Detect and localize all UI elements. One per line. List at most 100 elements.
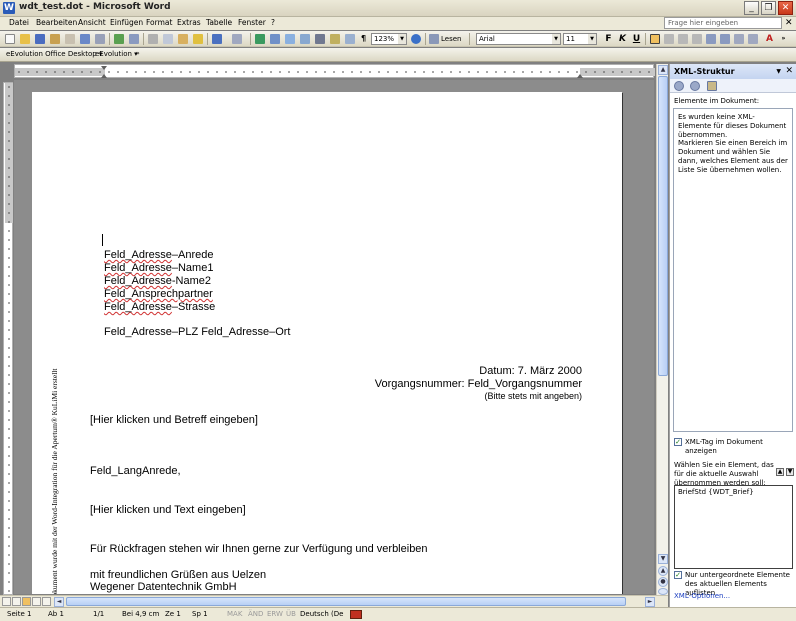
align-center-icon[interactable] (664, 34, 674, 44)
bold-icon[interactable]: F (603, 33, 614, 45)
menu-ansicht[interactable]: Ansicht (78, 18, 106, 27)
border-icon[interactable] (748, 34, 758, 44)
eevolution-menu[interactable]: eEvolution ▾ (95, 50, 138, 58)
maximize-button[interactable]: ❐ (761, 1, 776, 15)
vertical-scrollbar[interactable]: ▲ ▼ ▲ ● (656, 64, 668, 595)
save-icon[interactable] (35, 34, 45, 44)
print-icon[interactable] (80, 34, 90, 44)
print-preview-icon[interactable] (95, 34, 105, 44)
paste-icon[interactable] (178, 34, 188, 44)
read-mode-button[interactable]: Lesen (441, 35, 461, 43)
print-layout-icon[interactable] (22, 597, 31, 606)
show-tags-checkbox[interactable]: ✓ (674, 438, 682, 446)
scroll-down-icon[interactable]: ▼ (658, 554, 668, 564)
address-line[interactable]: Feld_Adresse–Anrede (104, 249, 213, 261)
normal-view-icon[interactable] (2, 597, 11, 606)
font-color-icon[interactable]: A (764, 33, 775, 45)
scroll-left-icon[interactable]: ◄ (54, 597, 64, 607)
sub-elements-checkbox[interactable]: ✓ (674, 571, 682, 579)
menu-bearbeiten[interactable]: Bearbeiten (36, 18, 77, 27)
bullets-icon[interactable] (720, 34, 730, 44)
move-down-icon[interactable]: ▼ (786, 468, 794, 476)
body-placeholder[interactable]: [Hier klicken und Text eingeben] (90, 504, 246, 516)
horizontal-scrollbar[interactable]: ◄ ► (0, 595, 668, 607)
toolbar-options-icon[interactable]: » (778, 33, 789, 45)
status-language[interactable]: Deutsch (De (300, 610, 343, 618)
company-line[interactable]: Wegener Datentechnik GmbH (90, 581, 237, 593)
numbering-icon[interactable] (706, 34, 716, 44)
format-painter-icon[interactable] (193, 34, 203, 44)
outline-view-icon[interactable] (32, 597, 41, 606)
subject-placeholder[interactable]: [Hier klicken und Betreff eingeben] (90, 414, 258, 426)
email-icon[interactable] (65, 34, 75, 44)
address-line[interactable]: Feld_Ansprechpartner (104, 288, 213, 300)
align-right-icon[interactable] (678, 34, 688, 44)
menu-tabelle[interactable]: Tabelle (206, 18, 232, 27)
redo-icon[interactable] (232, 34, 242, 44)
ask-question-input[interactable]: Frage hier eingeben (664, 17, 782, 29)
permission-icon[interactable] (50, 34, 60, 44)
italic-icon[interactable]: K (617, 33, 628, 45)
menu-help[interactable]: ? (271, 18, 275, 27)
next-page-icon[interactable] (658, 588, 668, 595)
xml-options-link[interactable]: XML-Optionen... (674, 592, 730, 601)
menu-extras[interactable]: Extras (177, 18, 201, 27)
back-icon[interactable] (674, 81, 684, 91)
forward-icon[interactable] (690, 81, 700, 91)
align-left-icon[interactable] (650, 34, 660, 44)
columns-icon[interactable] (315, 34, 325, 44)
close-button[interactable]: ✕ (778, 1, 793, 15)
insert-table-icon[interactable] (285, 34, 295, 44)
document-map-icon[interactable] (345, 34, 355, 44)
greeting-line[interactable]: mit freundlichen Grüßen aus Uelzen (90, 569, 266, 581)
address-line[interactable]: Feld_Adresse–Strasse (104, 301, 215, 313)
elements-tree[interactable]: Es wurden keine XML-Elemente für dieses … (673, 108, 793, 432)
font-size-select[interactable]: 11 ▼ (563, 33, 597, 45)
chevron-down-icon[interactable]: ▼ (776, 64, 781, 79)
indent-icon[interactable] (734, 34, 744, 44)
web-view-icon[interactable] (12, 597, 21, 606)
previous-page-icon[interactable]: ▲ (658, 566, 668, 576)
research-icon[interactable] (129, 34, 139, 44)
home-icon[interactable] (707, 81, 717, 91)
copy-icon[interactable] (163, 34, 173, 44)
horizontal-ruler[interactable] (14, 64, 655, 78)
hyperlink-icon[interactable] (255, 34, 265, 44)
help-icon[interactable] (411, 34, 421, 44)
cut-icon[interactable] (148, 34, 158, 44)
list-item[interactable]: BriefStd {WDT_Brief} (678, 488, 754, 497)
document-page[interactable]: Feld_Adresse–Anrede Feld_Adresse–Name1 Fel… (32, 92, 622, 594)
menu-fenster[interactable]: Fenster (238, 18, 266, 27)
salutation-line[interactable]: Feld_LangAnrede, (90, 465, 181, 477)
element-list[interactable]: BriefStd {WDT_Brief} (674, 485, 793, 569)
zoom-select[interactable]: 123% ▼ (371, 33, 407, 45)
underline-icon[interactable]: U (631, 33, 642, 45)
new-document-icon[interactable] (5, 34, 15, 44)
reading-view-icon[interactable] (42, 597, 51, 606)
browse-object-icon[interactable]: ● (658, 577, 668, 587)
close-icon[interactable]: ✕ (785, 64, 793, 79)
insert-excel-icon[interactable] (300, 34, 310, 44)
menu-format[interactable]: Format (146, 18, 172, 27)
tables-borders-icon[interactable] (270, 34, 280, 44)
eevolution-desktop-menu[interactable]: eEvolution Office Desktop ▾ (6, 50, 102, 58)
scroll-right-icon[interactable]: ► (645, 597, 655, 607)
undo-icon[interactable] (212, 34, 222, 44)
menu-datei[interactable]: Datei (9, 18, 29, 27)
spelling-status-icon[interactable] (350, 610, 362, 619)
drawing-icon[interactable] (330, 34, 340, 44)
reference-number-line[interactable]: Vorgangsnummer: Feld_Vorgangsnummer (282, 378, 582, 390)
close-document-icon[interactable]: ✕ (785, 18, 793, 28)
toolbar-options-icon[interactable]: » (136, 50, 140, 57)
status-macro[interactable]: MAK (227, 610, 242, 618)
read-mode-icon[interactable] (429, 34, 439, 44)
move-up-icon[interactable]: ▲ (776, 468, 784, 476)
date-line[interactable]: Datum: 7. März 2000 (332, 365, 582, 377)
closing-sentence[interactable]: Für Rückfragen stehen wir Ihnen gerne zu… (90, 543, 428, 555)
address-line[interactable]: Feld_Adresse-Name2 (104, 275, 211, 287)
horizontal-scroll-thumb[interactable] (66, 597, 626, 606)
vertical-ruler[interactable] (3, 82, 13, 595)
menu-einfuegen[interactable]: Einfügen (110, 18, 143, 27)
show-formatting-icon[interactable]: ¶ (358, 33, 369, 45)
status-track-changes[interactable]: ÄND (248, 610, 263, 618)
